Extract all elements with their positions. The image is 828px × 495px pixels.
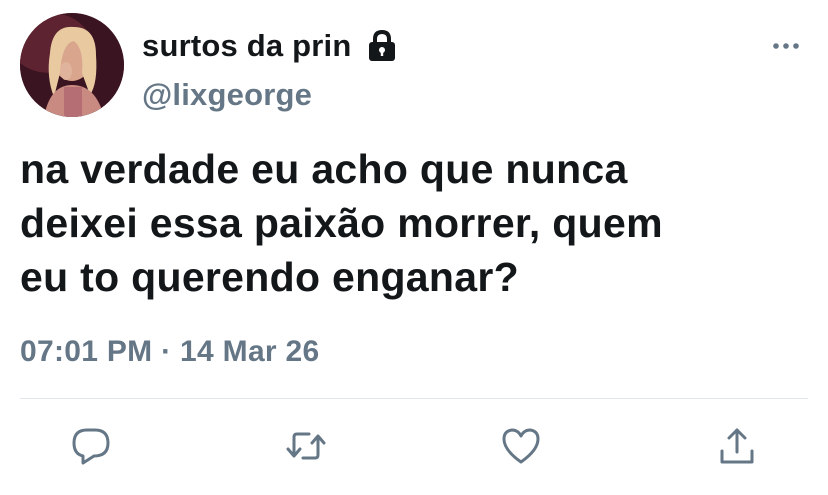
more-icon[interactable] (770, 36, 802, 56)
tweet-text: na verdade eu acho que nunca deixei essa… (20, 142, 810, 304)
tweet-text-line: eu to querendo enganar? (20, 254, 519, 300)
reply-icon[interactable] (70, 425, 112, 467)
display-name[interactable]: surtos da prin (142, 28, 352, 64)
avatar[interactable] (20, 13, 124, 117)
display-name-row: surtos da prin (142, 26, 398, 66)
tweet-text-line: deixei essa paixão morrer, quem (20, 200, 663, 246)
user-handle[interactable]: @lixgeorge (142, 77, 312, 113)
tweet-date: 14 Mar 26 (180, 335, 320, 368)
tweet-timestamp[interactable]: 07:01 PM · 14 Mar 26 (20, 335, 320, 369)
divider (20, 398, 808, 399)
share-icon[interactable] (716, 425, 758, 467)
like-icon[interactable] (500, 425, 542, 467)
tweet-time: 07:01 PM (20, 335, 153, 368)
retweet-icon[interactable] (285, 425, 327, 467)
lock-icon (366, 29, 398, 63)
timestamp-separator: · (161, 335, 172, 368)
avatar-image (20, 13, 124, 117)
tweet-text-line: na verdade eu acho que nunca (20, 146, 628, 192)
tweet-card: surtos da prin @lixgeorge na verdade eu … (0, 0, 828, 495)
